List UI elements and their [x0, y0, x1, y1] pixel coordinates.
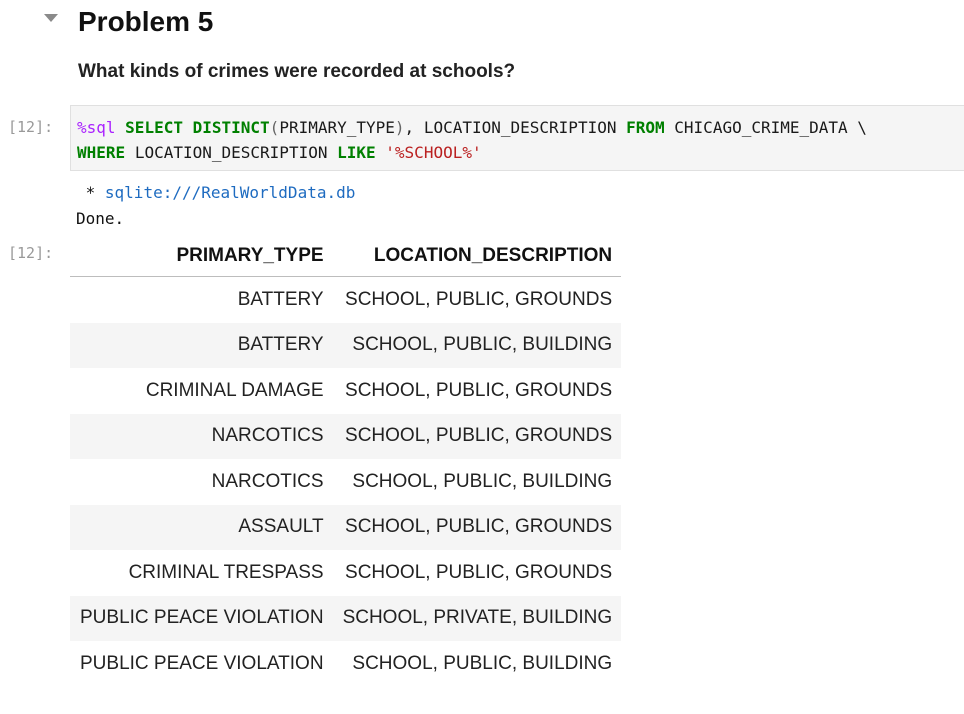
column-header: PRIMARY_TYPE — [70, 235, 333, 277]
table-row: BATTERY SCHOOL, PUBLIC, BUILDING — [70, 322, 622, 368]
cell-primary-type: ASSAULT — [238, 516, 324, 538]
column-header: LOCATION_DESCRIPTION — [332, 235, 622, 277]
cell-location-description: SCHOOL, PUBLIC, BUILDING — [352, 470, 613, 492]
connection-link[interactable]: sqlite:///RealWorldData.db — [105, 183, 355, 202]
paren-open: ( — [269, 118, 280, 137]
cell-primary-type: CRIMINAL DAMAGE — [145, 379, 324, 401]
cell-location-description: SCHOOL, PUBLIC, GROUNDS — [345, 425, 613, 447]
cell-location-description: SCHOOL, PUBLIC, GROUNDS — [345, 516, 613, 538]
cell-primary-type: CRIMINAL TRESPASS — [128, 561, 324, 583]
input-prompt: [12]: — [8, 118, 54, 136]
question-text: What kinds of crimes were recorded at sc… — [78, 61, 516, 82]
cell-primary-type: BATTERY — [237, 334, 324, 356]
keyword-select: SELECT — [125, 118, 183, 137]
table-row: BATTERY SCHOOL, PUBLIC, GROUNDS — [70, 277, 621, 323]
keyword-like: LIKE — [337, 143, 376, 162]
done-text: Done. — [76, 209, 125, 228]
where-column: LOCATION_DESCRIPTION — [134, 143, 328, 162]
table-row: PUBLIC PEACE VIOLATION SCHOOL, PRIVATE, … — [70, 595, 622, 641]
cell-location-description: SCHOOL, PUBLIC, BUILDING — [352, 652, 613, 674]
cell-output-stream: * sqlite:///RealWorldData.db Done. — [76, 180, 355, 232]
output-prompt: [12]: — [8, 244, 54, 262]
table-header-row: PRIMARY_TYPE LOCATION_DESCRIPTION — [70, 235, 622, 277]
table-name: CHICAGO_CRIME_DATA \ — [674, 118, 867, 137]
keyword-distinct: DISTINCT — [192, 118, 270, 137]
cell-location-description: SCHOOL, PUBLIC, GROUNDS — [345, 561, 613, 583]
table-row: ASSAULT SCHOOL, PUBLIC, GROUNDS — [70, 504, 622, 550]
code-cell-editor[interactable]: %sql SELECT DISTINCT(PRIMARY_TYPE), LOCA… — [70, 105, 964, 171]
cell-primary-type: NARCOTICS — [211, 470, 324, 492]
cell-location-description: SCHOOL, PRIVATE, BUILDING — [342, 607, 613, 629]
cell-primary-type: BATTERY — [237, 288, 324, 310]
cell-location-description: SCHOOL, PUBLIC, GROUNDS — [345, 379, 613, 401]
cell-primary-type: PUBLIC PEACE VIOLATION — [80, 652, 324, 674]
result-table: PRIMARY_TYPE LOCATION_DESCRIPTION BATTER… — [70, 235, 622, 687]
cell-primary-type: NARCOTICS — [211, 425, 324, 447]
cell-primary-type: PUBLIC PEACE VIOLATION — [80, 607, 324, 629]
sql-magic: %sql — [77, 118, 116, 137]
table-row: PUBLIC PEACE VIOLATION SCHOOL, PUBLIC, B… — [70, 641, 621, 687]
table-row: CRIMINAL DAMAGE SCHOOL, PUBLIC, GROUNDS — [70, 368, 621, 414]
like-pattern: '%SCHOOL%' — [385, 143, 482, 162]
cell-location-description: SCHOOL, PUBLIC, GROUNDS — [345, 288, 613, 310]
column-location-description: , LOCATION_DESCRIPTION — [404, 118, 617, 137]
paren-close: ) — [394, 118, 405, 137]
cell-location-description: SCHOOL, PUBLIC, BUILDING — [352, 334, 613, 356]
table-row: NARCOTICS SCHOOL, PUBLIC, BUILDING — [70, 459, 621, 505]
keyword-from: FROM — [626, 118, 665, 137]
table-row: CRIMINAL TRESPASS SCHOOL, PUBLIC, GROUND… — [70, 550, 621, 596]
keyword-where: WHERE — [77, 143, 126, 162]
collapse-heading-icon[interactable] — [44, 14, 58, 22]
connection-prefix: * — [76, 183, 105, 202]
table-row: NARCOTICS SCHOOL, PUBLIC, GROUNDS — [70, 413, 622, 459]
column-primary-type: PRIMARY_TYPE — [279, 118, 395, 137]
page-title: Problem 5 — [78, 6, 214, 37]
